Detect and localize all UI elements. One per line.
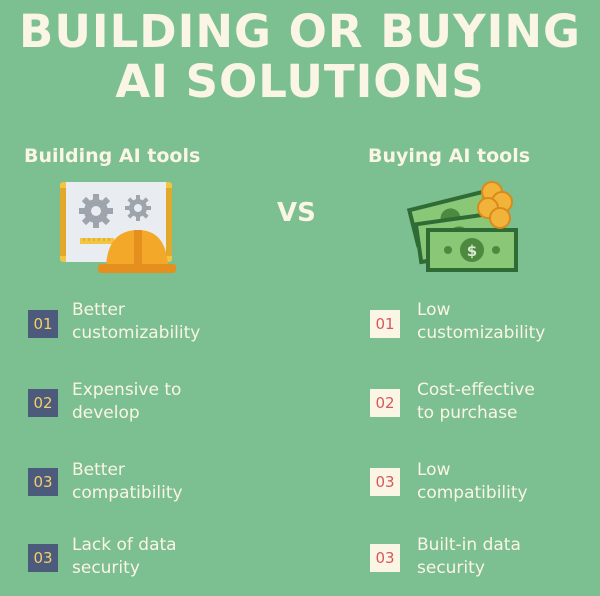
- left-item-1-line2: customizability: [72, 323, 201, 343]
- left-item-2-line1: Expensive to: [72, 380, 182, 400]
- left-heading: Building AI tools: [24, 145, 201, 167]
- left-item-2-number: 02: [28, 389, 58, 417]
- blueprint-gears-hardhat-icon: [60, 182, 176, 273]
- money-coins-icon: $: [406, 181, 518, 272]
- right-item-2-line2: to purchase: [417, 403, 518, 423]
- right-item-1-line1: Low: [417, 300, 451, 320]
- left-item-2-line2: develop: [72, 403, 140, 423]
- right-item-3-line2: compatibility: [417, 483, 528, 503]
- vs-label: VS: [277, 198, 316, 228]
- page-title-line2: AI SOLUTIONS: [115, 55, 485, 108]
- left-item-4-line1: Lack of data: [72, 535, 177, 555]
- right-heading: Buying AI tools: [368, 145, 531, 167]
- left-item-3-number: 03: [28, 468, 58, 496]
- svg-text:$: $: [467, 242, 477, 260]
- right-item-3-line1: Low: [417, 460, 451, 480]
- right-item-2-number: 02: [370, 389, 400, 417]
- right-item-4-number: 03: [370, 544, 400, 572]
- right-item-1-number: 01: [370, 310, 400, 338]
- left-item-4-number: 03: [28, 544, 58, 572]
- right-item-2-line1: Cost-effective: [417, 380, 535, 400]
- right-item-3-number: 03: [370, 468, 400, 496]
- left-item-1-line1: Better: [72, 300, 125, 320]
- left-item-1-number: 01: [28, 310, 58, 338]
- left-item-4-line2: security: [72, 558, 140, 578]
- right-item-4-line1: Built-in data: [417, 535, 521, 555]
- right-item-4-line2: security: [417, 558, 485, 578]
- page-title-line1: BUILDING OR BUYING: [19, 5, 581, 58]
- left-item-3-line1: Better: [72, 460, 125, 480]
- right-item-1-line2: customizability: [417, 323, 546, 343]
- left-item-3-line2: compatibility: [72, 483, 183, 503]
